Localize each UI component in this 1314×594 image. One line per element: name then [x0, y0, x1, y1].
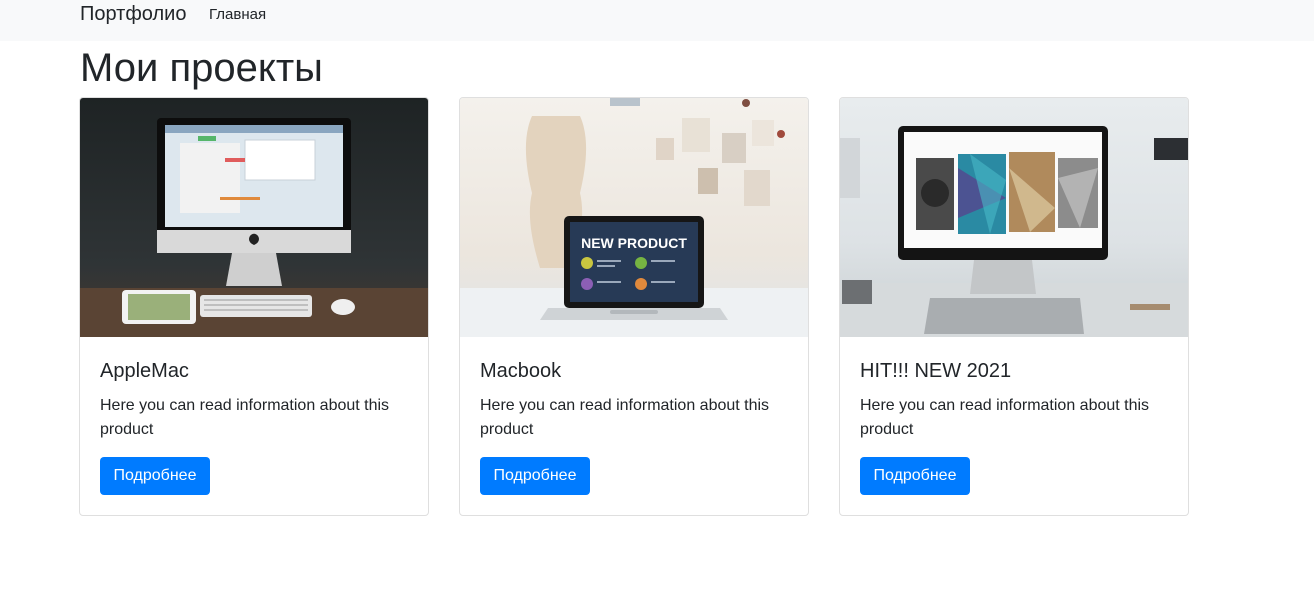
card-body: Macbook Here you can read information ab…: [480, 356, 790, 442]
card-text: Here you can read information about this…: [480, 397, 770, 438]
screen-text: NEW PRODUCT: [581, 235, 687, 251]
card-body: AppleMac Here you can read information a…: [100, 356, 410, 442]
details-button-applemac[interactable]: Подробнее: [100, 457, 210, 495]
card-title: AppleMac: [100, 360, 189, 382]
details-button-macbook[interactable]: Подробнее: [480, 457, 590, 495]
page-title: Мои проекты: [80, 46, 323, 90]
navbar-brand[interactable]: Портфолио: [80, 3, 186, 26]
navbar: Портфолио Главная: [0, 0, 1314, 41]
project-card-applemac: AppleMac Here you can read information a…: [79, 97, 429, 516]
card-image-monitor: [840, 98, 1188, 337]
card-text: Here you can read information about this…: [860, 397, 1150, 438]
project-card-macbook: NEW PRODUCT Macbook Here you can read in…: [459, 97, 809, 516]
card-image-macbook: NEW PRODUCT: [460, 98, 808, 337]
details-button-hit-2021[interactable]: Подробнее: [860, 457, 970, 495]
card-image-imac: [80, 98, 428, 337]
card-title: Macbook: [480, 360, 562, 382]
project-card-hit-2021: HIT!!! NEW 2021 Here you can read inform…: [839, 97, 1189, 516]
card-title: HIT!!! NEW 2021: [860, 360, 1012, 382]
card-body: HIT!!! NEW 2021 Here you can read inform…: [860, 356, 1170, 442]
card-text: Here you can read information about this…: [100, 397, 390, 438]
nav-link-home[interactable]: Главная: [209, 6, 266, 23]
